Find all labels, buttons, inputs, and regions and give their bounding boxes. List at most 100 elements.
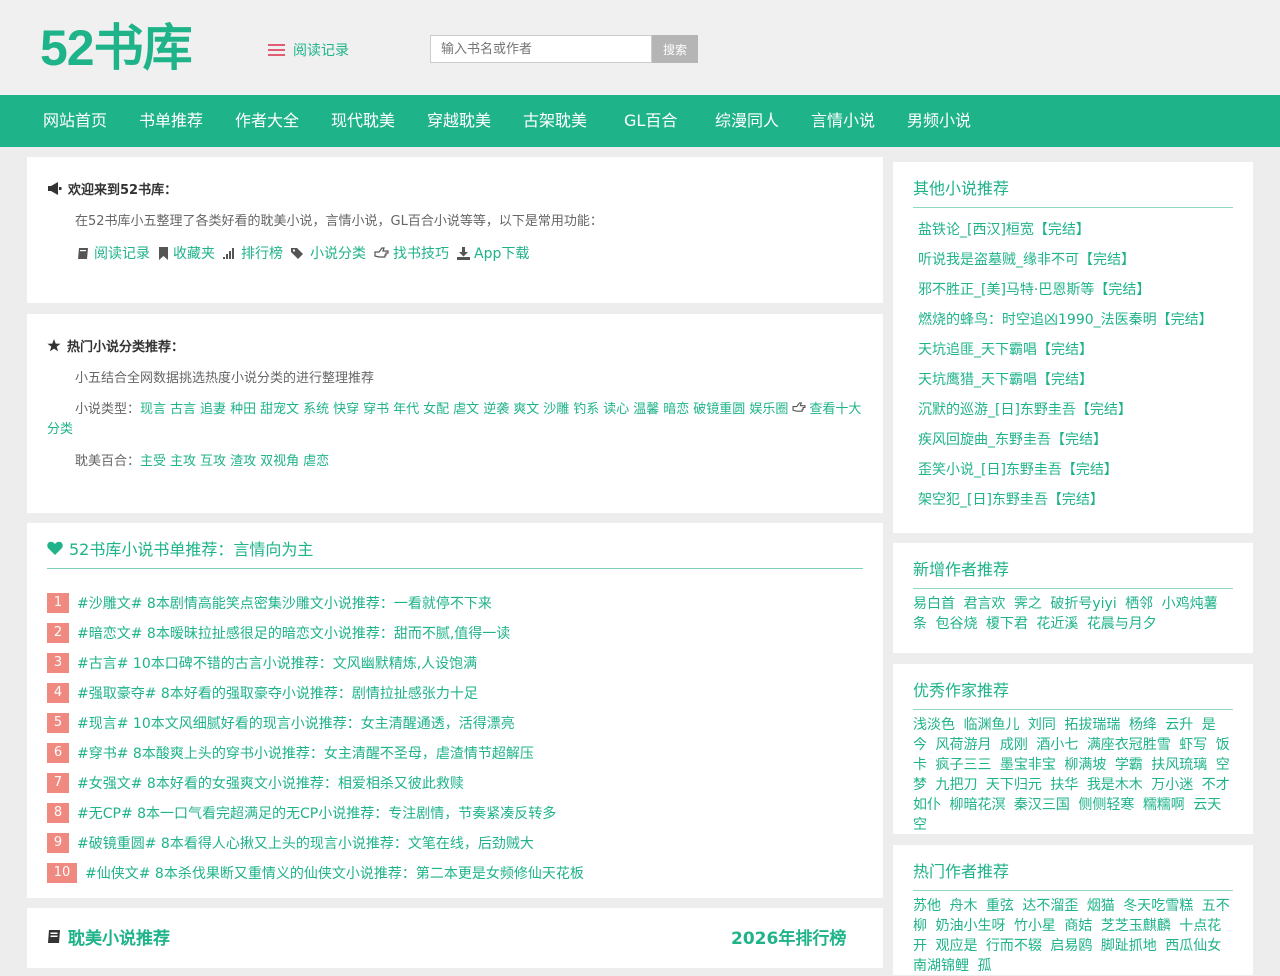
list-item[interactable]: 9 #破镜重圆# 8本看得人心揪又上头的现言小说推荐：文笔在线，后劲贼大: [47, 833, 534, 853]
nav-authors[interactable]: 作者大全: [235, 95, 299, 147]
type-tag[interactable]: 破镜重圆: [693, 402, 745, 417]
author-link[interactable]: 浅淡色: [913, 717, 955, 733]
type-tag[interactable]: 追妻: [200, 402, 226, 417]
author-link[interactable]: 九把刀: [935, 777, 977, 793]
quick-link-favorites[interactable]: 收藏夹: [158, 243, 215, 263]
author-link[interactable]: 南湖锦鲤: [913, 958, 969, 974]
type-tag[interactable]: 甜宠文: [260, 402, 299, 417]
novel-link[interactable]: 听说我是盗墓贼_缘非不可【完结】: [918, 249, 1135, 269]
author-link[interactable]: 拓拔瑞瑞: [1064, 717, 1120, 733]
author-link[interactable]: 成刚: [1000, 737, 1028, 753]
type-tag[interactable]: 女配: [423, 402, 449, 417]
novel-link[interactable]: 歪笑小说_[日]东野圭吾【完结】: [918, 459, 1118, 479]
novel-link[interactable]: 邪不胜正_[美]马特·巴恩斯等【完结】: [918, 279, 1150, 299]
type-tag[interactable]: 沙雕: [543, 402, 569, 417]
author-link[interactable]: 柳满坡: [1064, 757, 1106, 773]
author-link[interactable]: 启易鸥: [1050, 938, 1092, 954]
nav-ancient-bl[interactable]: 古架耽美: [523, 95, 587, 147]
quick-link-app[interactable]: App下载: [457, 243, 529, 263]
quick-link-ranking[interactable]: 排行榜: [223, 243, 283, 263]
type-tag[interactable]: 古言: [170, 402, 196, 417]
author-link[interactable]: 侧侧轻寒: [1078, 797, 1134, 813]
author-link[interactable]: 重弦: [986, 898, 1014, 914]
author-link[interactable]: 柳暗花溟: [949, 797, 1005, 813]
bl-tag[interactable]: 互攻: [200, 454, 226, 469]
type-tag[interactable]: 系统: [303, 402, 329, 417]
author-link[interactable]: 舟木: [949, 898, 977, 914]
ranking-2026-link[interactable]: 2026年排行榜: [731, 924, 846, 949]
type-tag[interactable]: 快穿: [333, 402, 359, 417]
bl-tag[interactable]: 虐恋: [303, 454, 329, 469]
author-link[interactable]: 天下归元: [986, 777, 1042, 793]
author-link[interactable]: 墨宝非宝: [1000, 757, 1056, 773]
quick-link-history[interactable]: 阅读记录: [77, 243, 150, 263]
author-link[interactable]: 花晨与月夕: [1087, 616, 1157, 632]
author-link[interactable]: 花近溪: [1036, 616, 1078, 632]
author-link[interactable]: 刘同: [1028, 717, 1056, 733]
author-link[interactable]: 虾写: [1179, 737, 1207, 753]
author-link[interactable]: 我是木木: [1087, 777, 1143, 793]
author-link[interactable]: 苏他: [913, 898, 941, 914]
type-tag[interactable]: 读心: [603, 402, 629, 417]
nav-time-travel-bl[interactable]: 穿越耽美: [427, 95, 491, 147]
nav-home[interactable]: 网站首页: [43, 95, 107, 147]
author-link[interactable]: 达不溜歪: [1022, 898, 1078, 914]
author-link[interactable]: 破折号yiyi: [1050, 596, 1116, 612]
author-link[interactable]: 扶华: [1050, 777, 1078, 793]
search-button[interactable]: 搜索: [652, 35, 698, 63]
nav-booklist[interactable]: 书单推荐: [139, 95, 203, 147]
author-link[interactable]: 霁之: [1014, 596, 1042, 612]
novel-link[interactable]: 沉默的巡游_[日]东野圭吾【完结】: [918, 399, 1132, 419]
list-item[interactable]: 4 #强取豪夺# 8本好看的强取豪夺小说推荐：剧情拉扯感张力十足: [47, 683, 478, 703]
novel-link[interactable]: 天坑追匪_天下霸唱【完结】: [918, 339, 1093, 359]
bl-tag[interactable]: 渣攻: [230, 454, 256, 469]
nav-gl[interactable]: GL百合: [624, 95, 677, 147]
nav-romance[interactable]: 言情小说: [811, 95, 875, 147]
author-link[interactable]: 易白首: [913, 596, 955, 612]
type-tag[interactable]: 种田: [230, 402, 256, 417]
search-input[interactable]: [430, 35, 652, 63]
novel-link[interactable]: 疾风回旋曲_东野圭吾【完结】: [918, 429, 1107, 449]
list-item[interactable]: 5 #现言# 10本文风细腻好看的现言小说推荐：女主清醒通透，活得漂亮: [47, 713, 515, 733]
author-link[interactable]: 君言欢: [963, 596, 1005, 612]
author-link[interactable]: 冬天吃雪糕: [1123, 898, 1193, 914]
author-link[interactable]: 云升: [1165, 717, 1193, 733]
author-link[interactable]: 商姞: [1064, 918, 1092, 934]
bl-recommend-title[interactable]: 耽美小说推荐: [68, 924, 170, 949]
novel-link[interactable]: 盐铁论_[西汉]桓宽【完结】: [918, 219, 1090, 239]
list-item[interactable]: 6 #穿书# 8本酸爽上头的穿书小说推荐：女主清醒不圣母，虐渣情节超解压: [47, 743, 534, 763]
type-tag[interactable]: 温馨: [633, 402, 659, 417]
author-link[interactable]: 观应是: [935, 938, 977, 954]
author-link[interactable]: 孤: [977, 958, 991, 974]
novel-link[interactable]: 燃烧的蜂鸟：时空追凶1990_法医秦明【完结】: [918, 309, 1213, 329]
type-tag[interactable]: 现言: [140, 402, 166, 417]
author-link[interactable]: 扶风琉璃: [1151, 757, 1207, 773]
type-tag[interactable]: 暗恋: [663, 402, 689, 417]
author-link[interactable]: 榎下君: [986, 616, 1028, 632]
nav-modern-bl[interactable]: 现代耽美: [331, 95, 395, 147]
list-item[interactable]: 7 #女强文# 8本好看的女强爽文小说推荐：相爱相杀又彼此救赎: [47, 773, 464, 793]
author-link[interactable]: 烟猫: [1087, 898, 1115, 914]
author-link[interactable]: 竹小星: [1014, 918, 1056, 934]
list-item[interactable]: 3 #古言# 10本口碑不错的古言小说推荐：文风幽默精炼,人设饱满: [47, 653, 477, 673]
site-logo[interactable]: 52书库: [40, 18, 193, 78]
author-link[interactable]: 糯糯啊: [1143, 797, 1185, 813]
author-link[interactable]: 包谷烧: [935, 616, 977, 632]
author-link[interactable]: 脚趾抓地: [1101, 938, 1157, 954]
type-tag[interactable]: 虐文: [453, 402, 479, 417]
author-link[interactable]: 疯子三三: [935, 757, 991, 773]
author-link[interactable]: 栖邻: [1125, 596, 1153, 612]
type-tag[interactable]: 爽文: [513, 402, 539, 417]
author-link[interactable]: 满座衣冠胜雪: [1087, 737, 1171, 753]
type-tag[interactable]: 钓系: [573, 402, 599, 417]
author-link[interactable]: 临渊鱼儿: [963, 717, 1019, 733]
type-tag[interactable]: 娱乐圈: [749, 402, 788, 417]
type-tag[interactable]: 逆袭: [483, 402, 509, 417]
author-link[interactable]: 秦汉三国: [1014, 797, 1070, 813]
list-item[interactable]: 10 #仙侠文# 8本杀伐果断又重情义的仙侠文小说推荐：第二本更是女频修仙天花板: [47, 863, 584, 883]
novel-link[interactable]: 架空犯_[日]东野圭吾【完结】: [918, 489, 1104, 509]
list-item[interactable]: 2 #暗恋文# 8本暧昧拉扯感很足的暗恋文小说推荐：甜而不腻,值得一读: [47, 623, 510, 643]
type-tag[interactable]: 年代: [393, 402, 419, 417]
author-link[interactable]: 杨绛: [1129, 717, 1157, 733]
author-link[interactable]: 风荷游月: [935, 737, 991, 753]
